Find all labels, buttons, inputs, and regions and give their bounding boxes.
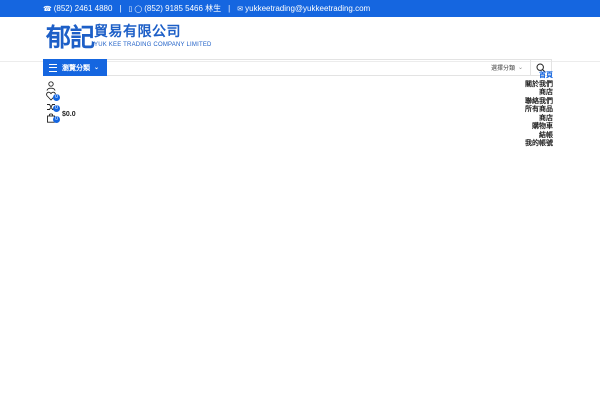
menu-item-shop[interactable]: 商店 (525, 89, 553, 98)
separator: | (228, 4, 231, 13)
cart-count-badge: 0 (53, 116, 60, 123)
menu-item-checkout[interactable]: 結帳 (525, 132, 553, 141)
search-icon (536, 62, 546, 73)
chevron-down-icon: ⌄ (518, 65, 524, 71)
main-menu: 首頁 關於我們 商店 聯絡我們 所有商品 商店 購物車 結帳 我的帳號 (525, 72, 553, 149)
phone-icon: ☎ (43, 5, 52, 13)
mobile-icon: ▯ (128, 5, 133, 13)
menu-item-contact[interactable]: 聯絡我們 (525, 98, 553, 107)
menu-icon (49, 63, 57, 72)
category-select[interactable]: 選擇分類 ⌄ (491, 60, 523, 75)
browse-categories-button[interactable]: 瀏覽分類 ⌄ (43, 59, 107, 76)
search-input[interactable] (111, 62, 485, 75)
browse-categories-label: 瀏覽分類 (62, 64, 90, 72)
whatsapp-number[interactable]: (852) 9185 5466 林生 (144, 3, 221, 14)
menu-item-cart[interactable]: 購物車 (525, 123, 553, 132)
menu-item-my-account[interactable]: 我的帳號 (525, 140, 553, 149)
menu-item-shop-2[interactable]: 商店 (525, 115, 553, 124)
menu-item-about[interactable]: 關於我們 (525, 81, 553, 90)
email-address[interactable]: yukkeetrading@yukkeetrading.com (245, 4, 370, 13)
top-bar: ☎ (852) 2461 4880 | ▯ ◯ (852) 9185 5466 … (0, 0, 600, 17)
compare-button[interactable]: 0 (46, 99, 60, 112)
menu-item-home[interactable]: 首頁 (525, 72, 553, 81)
cart-button[interactable]: 0 (46, 110, 60, 123)
contact-info: ☎ (852) 2461 4880 | ▯ ◯ (852) 9185 5466 … (43, 0, 370, 17)
site-logo[interactable]: 郁記 貿易有限公司 YUK KEE TRADING COMPANY LIMITE… (46, 23, 211, 55)
separator: | (119, 4, 122, 13)
category-select-label: 選擇分類 (491, 66, 516, 72)
phone-number[interactable]: (852) 2461 4880 (54, 4, 113, 13)
menu-item-all-products[interactable]: 所有商品 (525, 106, 553, 115)
logo-mark: 郁記 (46, 23, 95, 52)
search-bar: 選擇分類 ⌄ (107, 59, 552, 76)
logo-chinese-name: 貿易有限公司 (94, 24, 181, 40)
whatsapp-icon: ◯ (134, 5, 143, 13)
email-icon: ✉ (237, 5, 244, 13)
wishlist-button[interactable]: 0 (46, 88, 60, 101)
cart-total[interactable]: $0.0 (62, 111, 76, 118)
chevron-down-icon: ⌄ (94, 65, 100, 71)
logo-english-name: YUK KEE TRADING COMPANY LIMITED (94, 42, 212, 48)
